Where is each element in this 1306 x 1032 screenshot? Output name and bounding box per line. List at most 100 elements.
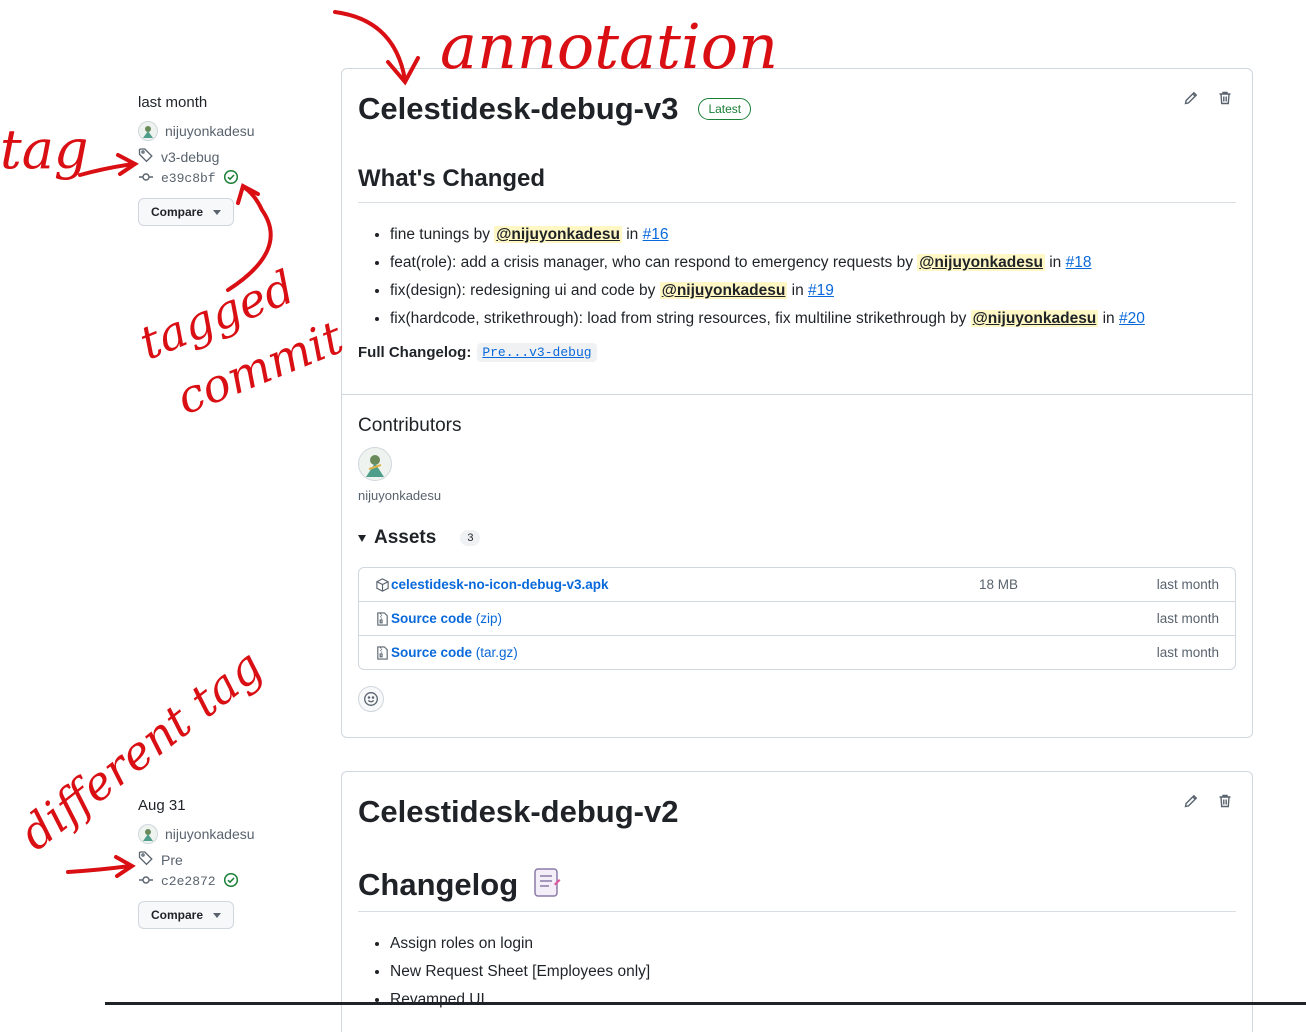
commit-icon (138, 872, 154, 892)
user-mention-link[interactable]: @nijuyonkadesu (659, 282, 788, 299)
list-item: Revamped UI (390, 986, 1236, 1014)
list-item: Assign roles on login (390, 930, 1236, 958)
release-header: Celestidesk-debug-v3 Latest (358, 91, 1236, 127)
asset-date: last month (1156, 611, 1219, 626)
verified-check-icon[interactable] (223, 169, 239, 189)
asset-date: last month (1156, 645, 1219, 660)
list-item: fix(design): redesigning ui and code by … (390, 277, 1236, 305)
full-changelog-label: Full Changelog: (358, 344, 472, 361)
release-author[interactable]: nijuyonkadesu (138, 121, 328, 141)
trash-icon[interactable] (1216, 792, 1234, 810)
change-in: in (626, 226, 639, 243)
commit-annotation-label: commit (169, 310, 351, 425)
add-reaction-button[interactable] (358, 686, 384, 712)
compare-button[interactable]: Compare (138, 198, 235, 226)
release-meta-v2: Aug 31 nijuyonkadesu Pre c2e2872 Compare (138, 795, 328, 929)
compare-button[interactable]: Compare (138, 901, 235, 929)
assets-heading: Assets (374, 527, 437, 548)
changelog-heading-row: Changelog (358, 866, 1236, 912)
release-author[interactable]: nijuyonkadesu (138, 824, 328, 844)
list-item: fine tunings by @nijuyonkadesu in #16 (390, 221, 1236, 249)
release-commit[interactable]: c2e2872 (138, 872, 328, 892)
list-item: New Request Sheet [Employees only] (390, 958, 1236, 986)
change-text: fix(design): redesigning ui and code by (390, 282, 656, 299)
release-date: last month (138, 94, 208, 111)
release-card-v2: Celestidesk-debug-v2 Changelog Assign ro… (341, 771, 1253, 1032)
release-title[interactable]: Celestidesk-debug-v2 (358, 794, 678, 830)
release-date: Aug 31 (138, 797, 186, 814)
compare-label: Compare (151, 205, 204, 219)
chevron-down-icon (213, 912, 222, 918)
package-icon (375, 577, 391, 593)
author-name[interactable]: nijuyonkadesu (165, 122, 255, 140)
change-in: in (1102, 310, 1115, 327)
release-card-v3: Celestidesk-debug-v3 Latest What's Chang… (341, 68, 1253, 738)
change-in: in (791, 282, 804, 299)
release-actions (1182, 792, 1234, 810)
commit-sha[interactable]: c2e2872 (161, 873, 216, 891)
asset-download-link[interactable]: celestidesk-no-icon-debug-v3.apk (391, 577, 609, 592)
change-text: fix(hardcode, strikethrough): load from … (390, 310, 967, 327)
verified-check-icon[interactable] (223, 872, 239, 892)
file-zip-icon (375, 611, 391, 627)
notepad-icon (532, 866, 562, 903)
list-item: fix(hardcode, strikethrough): load from … (390, 305, 1236, 333)
smiley-icon (364, 692, 378, 706)
pencil-icon[interactable] (1182, 89, 1200, 107)
pencil-icon[interactable] (1182, 792, 1200, 810)
source-zip-link[interactable]: Source code (zip) (391, 611, 502, 626)
release-title[interactable]: Celestidesk-debug-v3 (358, 91, 678, 127)
tagged-annotation-label: tagged (132, 260, 302, 371)
release-header: Celestidesk-debug-v2 (358, 794, 1236, 830)
source-targz-link[interactable]: Source code (tar.gz) (391, 645, 518, 660)
trash-icon[interactable] (1216, 89, 1234, 107)
release-actions (1182, 89, 1234, 107)
contributor-avatar[interactable] (358, 447, 392, 481)
asset-row: Source code (tar.gz) last month (359, 635, 1235, 669)
tag-name[interactable]: v3-debug (161, 148, 219, 166)
tag-name[interactable]: Pre (161, 851, 183, 869)
assets-list: celestidesk-no-icon-debug-v3.apk 18 MB l… (358, 567, 1236, 670)
avatar (138, 121, 158, 141)
avatar (138, 824, 158, 844)
tag-icon (138, 147, 154, 167)
tag-icon (138, 850, 154, 870)
asset-size: 18 MB (979, 577, 1019, 592)
contributors-heading: Contributors (358, 415, 462, 436)
full-changelog: Full Changelog: Pre...v3-debug (358, 343, 1236, 362)
changes-list: fine tunings by @nijuyonkadesu in #16 fe… (358, 221, 1236, 333)
triangle-down-icon (358, 534, 366, 542)
change-text: feat(role): add a crisis manager, who ca… (390, 254, 913, 271)
pull-request-link[interactable]: #20 (1119, 310, 1145, 327)
user-mention-link[interactable]: @nijuyonkadesu (970, 310, 1099, 327)
asset-row: celestidesk-no-icon-debug-v3.apk 18 MB l… (359, 568, 1235, 601)
asset-row: Source code (zip) last month (359, 601, 1235, 635)
chevron-down-icon (213, 209, 222, 215)
tag-annotation-arrow (78, 153, 139, 177)
compare-label: Compare (151, 908, 204, 922)
tag-annotation-label: tag (0, 118, 88, 181)
commit-icon (138, 169, 154, 189)
compare-link[interactable]: Pre...v3-debug (477, 343, 597, 362)
user-mention-link[interactable]: @nijuyonkadesu (494, 226, 622, 243)
release-tag[interactable]: v3-debug (138, 148, 328, 166)
commit-sha[interactable]: e39c8bf (161, 170, 216, 188)
user-mention-link[interactable]: @nijuyonkadesu (917, 254, 1045, 271)
different-tag-arrow (66, 855, 136, 878)
release-tag[interactable]: Pre (138, 851, 328, 869)
change-in: in (1049, 254, 1062, 271)
asset-date: last month (1156, 577, 1219, 592)
changelog-heading: Changelog (358, 866, 519, 902)
release-meta-v3: last month nijuyonkadesu v3-debug e39c8b… (138, 92, 328, 226)
assets-toggle[interactable]: Assets 3 (358, 527, 1236, 549)
whats-changed-heading: What's Changed (358, 165, 1236, 203)
assets-count-badge: 3 (460, 530, 481, 546)
pull-request-link[interactable]: #18 (1066, 254, 1092, 271)
pull-request-link[interactable]: #16 (643, 226, 669, 243)
contributor-name[interactable]: nijuyonkadesu (358, 488, 1236, 503)
bottom-edge-line (105, 1002, 1306, 1005)
pull-request-link[interactable]: #19 (808, 282, 834, 299)
release-commit[interactable]: e39c8bf (138, 169, 328, 189)
latest-badge: Latest (698, 98, 752, 120)
author-name[interactable]: nijuyonkadesu (165, 825, 255, 843)
